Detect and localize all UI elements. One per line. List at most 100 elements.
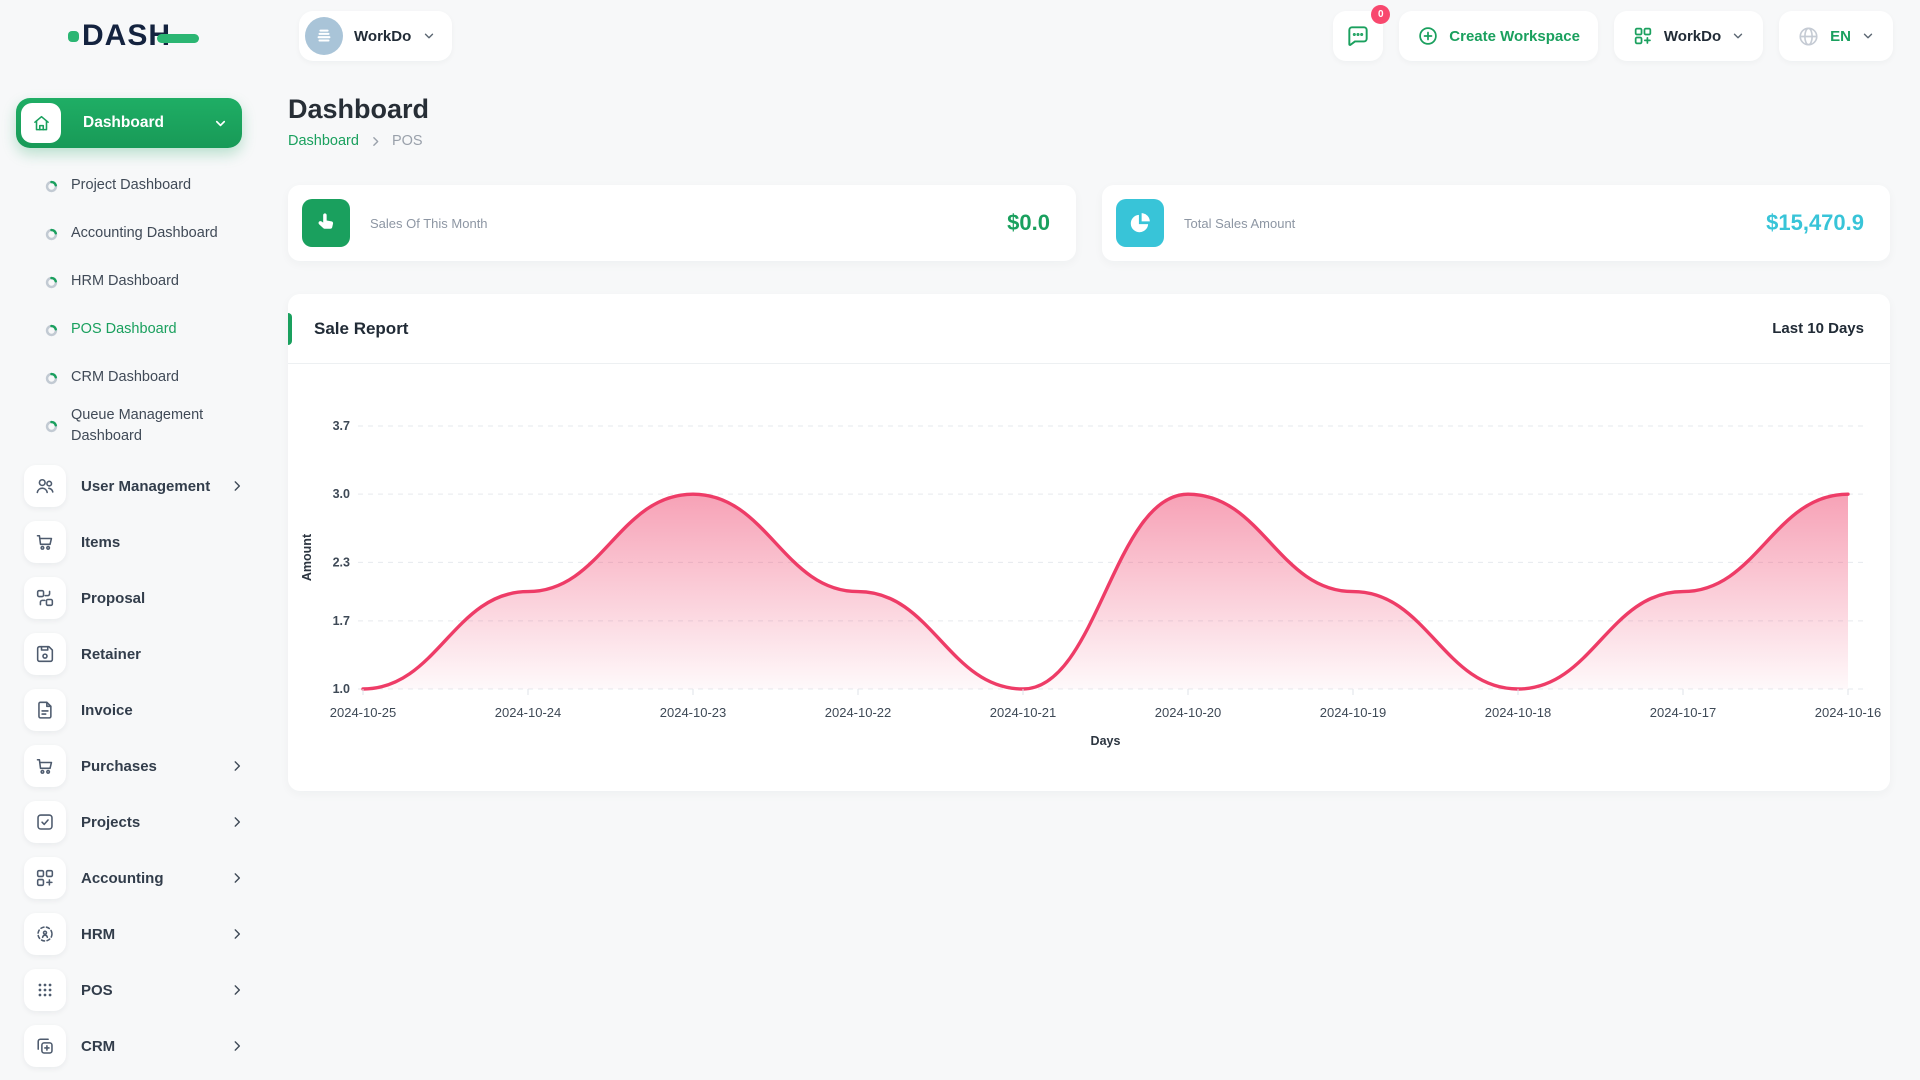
chevron-right-icon	[373, 136, 379, 146]
sidebar-subitem-label: Accounting Dashboard	[71, 225, 218, 242]
sale-report-header: Sale Report Last 10 Days	[288, 294, 1890, 364]
donut-dot-icon	[45, 180, 58, 193]
chevron-down-icon	[1733, 33, 1743, 39]
home-icon	[21, 103, 61, 143]
sidebar-subitem-queue-management-dashboard[interactable]: Queue Management Dashboard	[16, 402, 256, 450]
sidebar-menu: User Management Items Proposal Retainer Invo…	[16, 458, 256, 1074]
circle-plus-icon	[1419, 27, 1438, 45]
create-workspace-label: Create Workspace	[1449, 27, 1580, 45]
svg-text:3.7: 3.7	[333, 419, 350, 433]
sidebar-item-proposal[interactable]: Proposal	[16, 570, 256, 626]
sidebar-item-label: Items	[81, 533, 121, 551]
dots-grid-icon	[24, 969, 66, 1011]
sidebar: Dashboard Project Dashboard Accounting Da…	[0, 72, 270, 1080]
chat-bubble-icon	[1348, 26, 1368, 46]
workdo-apps-button[interactable]: WorkDo	[1613, 11, 1764, 61]
route-squares-icon	[24, 577, 66, 619]
svg-text:2024-10-21: 2024-10-21	[990, 705, 1057, 720]
donut-dot-icon	[45, 324, 58, 337]
sale-report-title: Sale Report	[314, 318, 409, 338]
sidebar-item-hrm[interactable]: HRM	[16, 906, 256, 962]
workspace-name: WorkDo	[354, 27, 412, 45]
svg-text:1.0: 1.0	[333, 682, 350, 696]
chevron-right-icon	[230, 927, 244, 941]
sidebar-item-user-management[interactable]: User Management	[16, 458, 256, 514]
sidebar-subitem-accounting-dashboard[interactable]: Accounting Dashboard	[16, 210, 256, 258]
workdo-menu-label: WorkDo	[1663, 27, 1722, 45]
svg-text:2024-10-17: 2024-10-17	[1650, 705, 1717, 720]
cart-icon	[24, 745, 66, 787]
messages-button[interactable]: 0	[1333, 5, 1391, 61]
language-button[interactable]: EN	[1779, 11, 1893, 61]
sidebar-item-label: Purchases	[81, 757, 157, 775]
language-label: EN	[1830, 27, 1851, 45]
focus-person-icon	[24, 913, 66, 955]
stat-card-total-sales-amount: Total Sales Amount $15,470.9	[1102, 185, 1890, 261]
check-square-icon	[24, 801, 66, 843]
chevron-right-icon	[230, 983, 244, 997]
page-title: Dashboard	[288, 94, 430, 124]
copy-plus-icon	[24, 1025, 66, 1067]
stat-card-label: Total Sales Amount	[1184, 215, 1296, 231]
logo-dot-icon	[68, 30, 79, 42]
workspace-switcher[interactable]: WorkDo	[299, 11, 453, 61]
file-icon	[24, 689, 66, 731]
sidebar-subitem-hrm-dashboard[interactable]: HRM Dashboard	[16, 258, 256, 306]
chevron-down-icon	[213, 116, 228, 131]
sidebar-item-label: Proposal	[81, 589, 146, 607]
sidebar-subitem-project-dashboard[interactable]: Project Dashboard	[16, 162, 256, 210]
messages-count-badge: 0	[1371, 5, 1391, 24]
svg-text:2024-10-22: 2024-10-22	[825, 705, 892, 720]
sidebar-item-label: Retainer	[81, 645, 142, 663]
breadcrumb: Dashboard POS	[288, 133, 1890, 149]
sidebar-item-purchases[interactable]: Purchases	[16, 738, 256, 794]
sidebar-item-label: HRM	[81, 925, 116, 943]
sidebar-subitem-crm-dashboard[interactable]: CRM Dashboard	[16, 354, 256, 402]
donut-dot-icon	[45, 420, 58, 433]
chevron-right-icon	[230, 479, 244, 493]
create-workspace-button[interactable]: Create Workspace	[1399, 11, 1598, 61]
svg-text:3.0: 3.0	[333, 487, 350, 501]
sidebar-item-crm[interactable]: CRM	[16, 1018, 256, 1074]
sidebar-item-projects[interactable]: Projects	[16, 794, 256, 850]
logo-dash-icon	[157, 33, 200, 43]
dashboard-submenu: Project Dashboard Accounting Dashboard HRM…	[16, 162, 256, 450]
svg-text:2024-10-19: 2024-10-19	[1320, 705, 1387, 720]
sidebar-item-invoice[interactable]: Invoice	[16, 682, 256, 738]
chevron-down-icon	[425, 33, 434, 39]
svg-text:2024-10-24: 2024-10-24	[495, 705, 562, 720]
donut-dot-icon	[45, 372, 58, 385]
range-label: Last 10 Days	[1772, 320, 1864, 337]
sidebar-subitem-pos-dashboard[interactable]: POS Dashboard	[16, 306, 256, 354]
donut-dot-icon	[45, 276, 58, 289]
workspace-avatar-building-icon	[305, 17, 344, 55]
sidebar-subitem-label: CRM Dashboard	[71, 369, 179, 386]
header-actions: 0 Create Workspace WorkDo EN	[1333, 5, 1893, 61]
save-icon	[24, 633, 66, 675]
sidebar-subitem-label: Queue Management Dashboard	[71, 406, 204, 444]
users-icon	[24, 465, 66, 507]
sidebar-item-accounting[interactable]: Accounting	[16, 850, 256, 906]
chevron-down-icon	[1863, 33, 1873, 39]
sidebar-item-dashboard[interactable]: Dashboard	[16, 98, 242, 148]
sale-report-card: Sale Report Last 10 Days 1.0 1.7 2.3 3.0 3.7…	[288, 294, 1890, 791]
apps-grid-icon	[1634, 27, 1652, 45]
tap-icon	[302, 199, 350, 247]
app-root: DASH WorkDo 0 Create Workspace WorkDo EN…	[0, 0, 1920, 1080]
stat-card-label: Sales Of This Month	[370, 215, 488, 231]
breadcrumb-link-dashboard[interactable]: Dashboard	[288, 133, 359, 149]
cart-icon	[24, 521, 66, 563]
chevron-right-icon	[230, 871, 244, 885]
sidebar-item-label: POS	[81, 981, 113, 999]
sidebar-item-retainer[interactable]: Retainer	[16, 626, 256, 682]
sidebar-subitem-label: Project Dashboard	[71, 177, 192, 194]
sidebar-item-items[interactable]: Items	[16, 514, 256, 570]
top-header: DASH WorkDo 0 Create Workspace WorkDo EN	[0, 0, 1920, 72]
brand-logo[interactable]: DASH	[68, 19, 200, 53]
sidebar-item-pos[interactable]: POS	[16, 962, 256, 1018]
main-content: Dashboard Dashboard POS Sales Of This Mo…	[288, 72, 1890, 791]
svg-text:2.3: 2.3	[333, 555, 350, 569]
svg-text:Days: Days	[1091, 734, 1121, 748]
globe-icon	[1799, 26, 1818, 46]
sidebar-item-label: User Management	[81, 477, 211, 495]
